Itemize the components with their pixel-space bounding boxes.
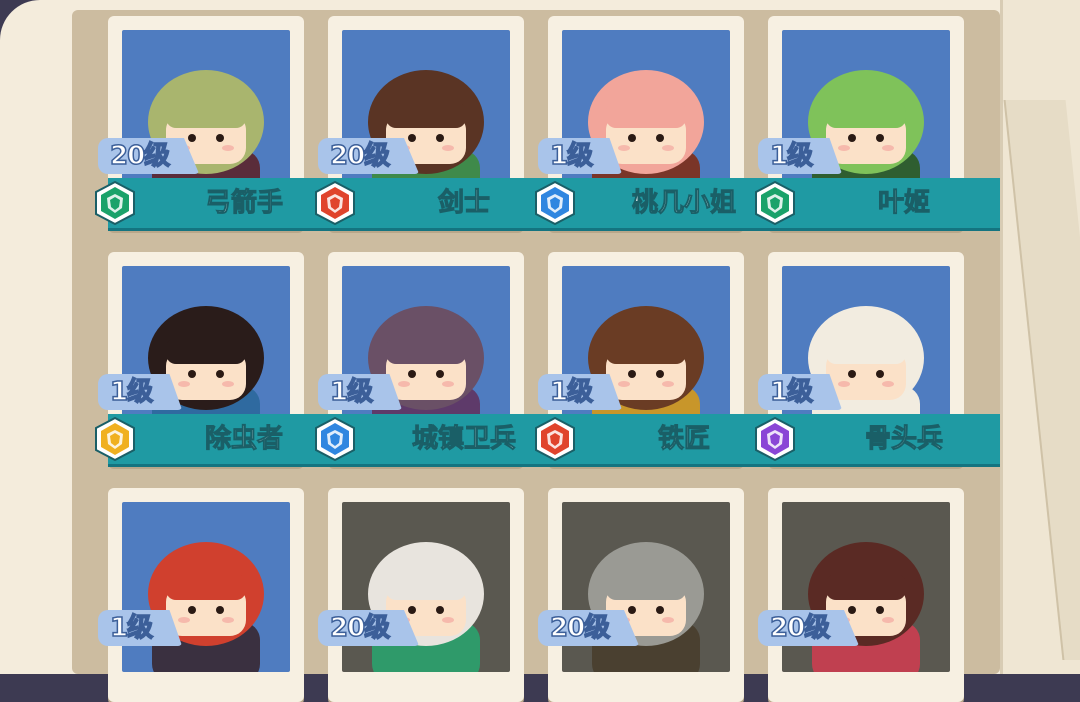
hero-level-badge: 20级 (98, 138, 200, 174)
warrior-hex-icon (312, 180, 358, 226)
hero-card[interactable]: 1级 (98, 488, 304, 702)
warrior-hex-icon (532, 416, 578, 462)
hero-portrait (122, 266, 290, 436)
hero-portrait (342, 266, 510, 436)
hero-name-bar: 除虫者 (95, 414, 340, 464)
page-sheet (1003, 100, 1080, 660)
tank-hex-icon (312, 416, 358, 462)
hero-name-bar: 铁匠 (535, 414, 780, 464)
hero-portrait (562, 502, 730, 672)
undead-hex-icon (752, 416, 798, 462)
hero-level-badge: 20级 (318, 610, 420, 646)
hero-card[interactable]: 除虫者 1级 (95, 252, 340, 466)
hero-card[interactable]: 城镇卫兵 1级 (315, 252, 560, 466)
support-hex-icon (92, 416, 138, 462)
hero-portrait (342, 502, 510, 672)
hero-level-badge: 1级 (758, 374, 843, 410)
hero-level-badge: 1级 (538, 374, 623, 410)
hero-portrait-art (148, 70, 264, 200)
hero-portrait-art (148, 306, 264, 436)
hero-level-badge: 1级 (318, 374, 403, 410)
hero-level-badge: 20级 (538, 610, 640, 646)
hero-portrait-art (148, 542, 264, 672)
hero-portrait-art (588, 542, 704, 672)
hero-card[interactable]: 叶姬 1级 (755, 16, 1000, 230)
hero-portrait-art (368, 70, 484, 200)
hero-portrait-art (588, 306, 704, 436)
hero-name: 叶姬 (877, 188, 930, 219)
hero-portrait-art (588, 70, 704, 200)
hero-card[interactable]: 剑士 20级 (315, 16, 560, 230)
hero-portrait (562, 30, 730, 200)
hero-name: 骨头兵 (864, 424, 943, 455)
hero-portrait (342, 30, 510, 200)
ranger-hex-icon (92, 180, 138, 226)
book-next-page (1000, 0, 1080, 674)
mage-hex-icon (532, 180, 578, 226)
hero-portrait (782, 30, 950, 200)
hero-card[interactable]: 20级 (538, 488, 744, 702)
hero-card[interactable]: 骨头兵 1级 (755, 252, 1000, 466)
hero-name-bar: 弓箭手 (95, 178, 340, 228)
hero-portrait (782, 266, 950, 436)
hero-level-badge: 1级 (758, 138, 843, 174)
hero-portrait (122, 30, 290, 200)
hero-name-bar: 骨头兵 (755, 414, 1000, 464)
hero-portrait-art (368, 542, 484, 672)
hero-level-badge: 1级 (98, 610, 183, 646)
hero-portrait-art (368, 306, 484, 436)
hero-name-bar: 桃几小姐 (535, 178, 780, 228)
hero-card[interactable]: 20级 (758, 488, 964, 702)
hero-card[interactable]: 20级 (318, 488, 524, 702)
hero-level-badge: 1级 (538, 138, 623, 174)
hero-card[interactable]: 铁匠 1级 (535, 252, 780, 466)
hero-level-badge: 20级 (758, 610, 860, 646)
hero-name-bar: 城镇卫兵 (315, 414, 560, 464)
hero-portrait (122, 502, 290, 672)
hero-portrait-art (808, 306, 924, 436)
hero-level-badge: 20级 (318, 138, 420, 174)
hero-portrait-art (808, 70, 924, 200)
hero-name-bar: 剑士 (315, 178, 560, 228)
ranger-hex-icon (752, 180, 798, 226)
hero-portrait (562, 266, 730, 436)
hero-name-bar: 叶姬 (755, 178, 1000, 228)
hero-portrait (782, 502, 950, 672)
hero-level-badge: 1级 (98, 374, 183, 410)
hero-card[interactable]: 桃几小姐 1级 (535, 16, 780, 230)
hero-portrait-art (808, 542, 924, 672)
hero-card[interactable]: 弓箭手 20级 (95, 16, 340, 230)
